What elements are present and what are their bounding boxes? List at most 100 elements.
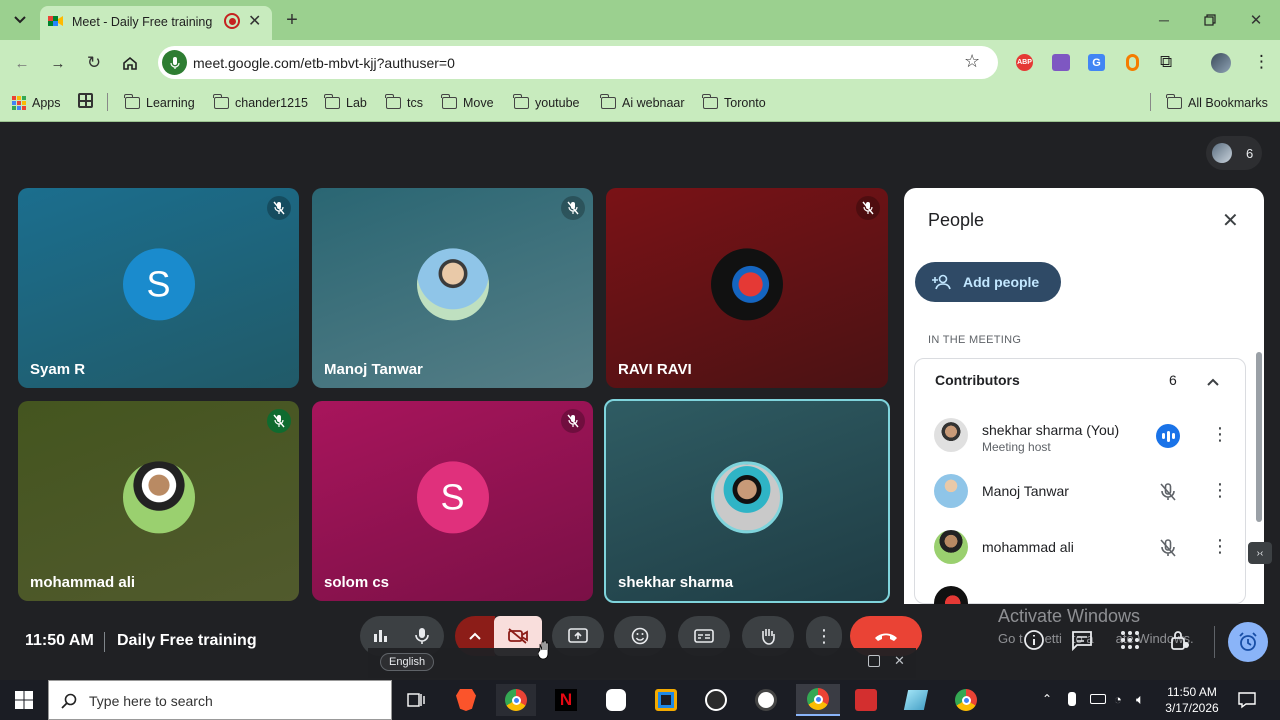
caption-language-chip[interactable]: English: [380, 653, 435, 671]
orange-extension-icon[interactable]: [1126, 54, 1139, 71]
home-icon[interactable]: [116, 49, 144, 77]
all-bookmarks[interactable]: All Bookmarks: [1166, 93, 1268, 113]
bookmark-folder-learning[interactable]: Learning: [124, 93, 195, 113]
participant-row[interactable]: Manoj Tanwar ⋮: [934, 470, 1244, 514]
participant-role: Meeting host: [982, 440, 1051, 454]
participant-tile[interactable]: Manoj Tanwar: [312, 188, 593, 388]
minimize-icon[interactable]: ─: [1150, 6, 1178, 34]
star-icon[interactable]: ☆: [964, 51, 980, 72]
bookmark-label: Move: [463, 96, 494, 110]
profile-avatar[interactable]: [1211, 53, 1231, 73]
bookmark-folder-chander1215[interactable]: chander1215: [213, 93, 308, 113]
panel-scrollbar[interactable]: [1256, 352, 1262, 522]
battery-icon[interactable]: [1090, 694, 1106, 704]
volume-icon[interactable]: 🔈︎: [1136, 691, 1144, 708]
bookmark-folder-lab[interactable]: Lab: [324, 93, 367, 113]
participant-tile[interactable]: RAVI RAVI: [606, 188, 888, 388]
chrome-icon[interactable]: [496, 684, 536, 716]
reload-icon[interactable]: ↻: [80, 49, 108, 77]
search-icon: [61, 693, 77, 709]
windows-taskbar: Type here to search N ⌃ ◔ 🔈︎ 11:50 AM 3/…: [0, 680, 1280, 720]
app-icon[interactable]: [596, 684, 636, 716]
forward-icon[interactable]: →: [44, 49, 72, 77]
tab-meet[interactable]: Meet - Daily Free training ✕: [40, 6, 272, 40]
start-button[interactable]: [4, 684, 44, 716]
muted-mic-icon: [267, 409, 291, 433]
avatar: [711, 461, 783, 534]
close-window-icon[interactable]: ✕: [1242, 6, 1270, 34]
participant-name: mohammad ali: [30, 574, 136, 591]
bookmark-folder-move[interactable]: Move: [441, 93, 494, 113]
browser-toolbar: ← → ↻ meet.google.com/etb-mbvt-kjj?authu…: [0, 40, 1280, 122]
bookmark-folder-toronto[interactable]: Toronto: [702, 93, 766, 113]
chrome-profile-icon[interactable]: [946, 684, 986, 716]
snipping-tool-icon[interactable]: [646, 684, 686, 716]
wifi-icon[interactable]: ◔: [1114, 692, 1122, 707]
participant-tile[interactable]: S Syam R: [18, 188, 299, 388]
meeting-info-button[interactable]: [1022, 628, 1048, 654]
puzzle-extension-icon[interactable]: [1052, 54, 1070, 71]
alarm-clock-icon: [1239, 632, 1257, 651]
notepad-icon[interactable]: [896, 684, 936, 716]
brave-browser-icon[interactable]: [446, 684, 486, 716]
activities-button[interactable]: [1118, 628, 1144, 654]
new-tab-icon[interactable]: +: [278, 6, 306, 34]
notifications-icon[interactable]: [1238, 691, 1256, 714]
clock-app-icon[interactable]: [746, 684, 786, 716]
bookmark-apps[interactable]: Apps: [12, 93, 61, 113]
add-people-button[interactable]: Add people: [915, 262, 1061, 302]
participant-name: Manoj Tanwar: [324, 361, 423, 378]
chat-button[interactable]: [1070, 628, 1096, 654]
obs-icon[interactable]: [696, 684, 736, 716]
task-view-icon[interactable]: [396, 684, 436, 716]
more-options-icon[interactable]: ⋮: [1210, 480, 1230, 504]
menu-icon[interactable]: ⋮: [1253, 52, 1270, 72]
participant-tile-active-speaker[interactable]: shekhar sharma: [604, 399, 890, 603]
back-icon[interactable]: ←: [8, 49, 36, 77]
lock-person-icon: [1171, 631, 1189, 650]
tray-device-icon[interactable]: [1068, 692, 1076, 706]
participant-row[interactable]: mohammad ali ⋮: [934, 526, 1244, 570]
restore-icon[interactable]: [1196, 6, 1224, 34]
more-options-icon[interactable]: ⋮: [1210, 424, 1230, 448]
taskbar-search-box[interactable]: Type here to search: [48, 680, 392, 720]
extensions-icon[interactable]: ⧉: [1160, 52, 1172, 72]
host-controls-button[interactable]: [1168, 628, 1194, 654]
taskbar-clock[interactable]: 11:50 AM 3/17/2026: [1160, 684, 1224, 716]
timer-button[interactable]: [1228, 622, 1268, 662]
netflix-icon[interactable]: N: [546, 684, 586, 716]
contributors-header[interactable]: Contributors 6: [915, 359, 1245, 399]
collapse-chevron-icon[interactable]: [1207, 373, 1219, 391]
translate-extension-icon[interactable]: G: [1088, 54, 1105, 71]
close-captions-icon[interactable]: ✕: [894, 653, 905, 669]
avatar: S: [416, 461, 489, 534]
participant-count-chip[interactable]: 6: [1206, 136, 1262, 170]
close-tab-icon[interactable]: ✕: [248, 11, 261, 31]
side-toggle-icon[interactable]: ›‹: [1248, 542, 1272, 564]
tab-search-chevron-icon[interactable]: [6, 6, 34, 34]
bookmark-label: Learning: [146, 96, 195, 110]
folder-icon: [441, 94, 457, 109]
participant-row-partial[interactable]: [934, 582, 1244, 604]
acrobat-icon[interactable]: [846, 684, 886, 716]
more-options-icon[interactable]: ⋮: [1210, 536, 1230, 560]
tab-groups-icon[interactable]: [78, 93, 93, 108]
url-text[interactable]: meet.google.com/etb-mbvt-kjj?authuser=0: [193, 55, 455, 71]
folder-icon: [213, 94, 229, 109]
bookmark-folder-tcs[interactable]: tcs: [385, 93, 423, 113]
site-info-icon[interactable]: [162, 50, 187, 75]
panel-title: People: [928, 210, 985, 230]
chrome-active-icon[interactable]: [796, 684, 840, 716]
participant-tile[interactable]: mohammad ali: [18, 401, 299, 601]
address-bar[interactable]: meet.google.com/etb-mbvt-kjj?authuser=0 …: [158, 46, 998, 79]
close-panel-icon[interactable]: ✕: [1222, 208, 1239, 233]
avatar: [934, 530, 968, 564]
bookmark-folder-ai-webnaar[interactable]: Ai webnaar: [600, 93, 685, 113]
tray-chevron-icon[interactable]: ⌃: [1042, 692, 1052, 706]
bookmark-folder-youtube[interactable]: youtube: [513, 93, 579, 113]
expand-icon[interactable]: [868, 655, 880, 667]
adblock-extension-icon[interactable]: ABP: [1016, 54, 1033, 71]
add-person-icon: [932, 274, 951, 290]
participant-row[interactable]: shekhar sharma (You) Meeting host ⋮: [934, 414, 1244, 458]
participant-tile[interactable]: S solom cs: [312, 401, 593, 601]
